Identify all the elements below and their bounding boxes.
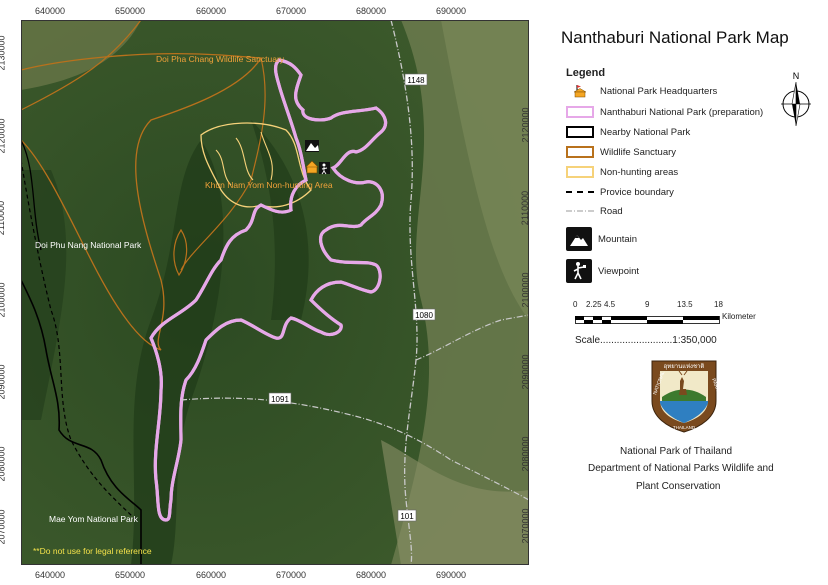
y-tick-label: 2070000: [0, 509, 7, 545]
legend-item-province: Provice boundary: [566, 184, 674, 200]
y-tick-label: 2080000: [520, 436, 531, 472]
legend-item-nonhunting: Non-hunting areas: [566, 164, 678, 180]
x-tick-label: 690000: [436, 6, 467, 16]
scale-tick-label: 0: [573, 300, 578, 309]
y-tick-label: 2070000: [520, 508, 531, 544]
legend-swatch: [566, 186, 594, 198]
svg-text:1091: 1091: [271, 395, 289, 404]
road-label-1080: 1080: [412, 308, 436, 321]
road-label-1148: 1148: [404, 73, 428, 86]
legend-label: National Park Headquarters: [600, 85, 718, 97]
legend-label: Mountain: [598, 233, 638, 245]
x-tick-label: 660000: [196, 6, 227, 16]
scale-unit: Kilometer: [722, 312, 756, 321]
hq-icon: [566, 85, 594, 98]
y-tick-label: 2110000: [520, 190, 531, 226]
legend-title: Legend: [566, 67, 606, 79]
svg-text:101: 101: [400, 512, 414, 521]
map-title: Nanthaburi National Park Map: [561, 28, 789, 47]
legend-item-nearby-np: Nearby National Park: [566, 124, 690, 140]
legend-label: Provice boundary: [600, 186, 674, 198]
map-frame[interactable]: 1148 1080 1091 101 Doi Pha Chang Wildlif…: [20, 19, 530, 566]
legend-label: Nearby National Park: [600, 126, 691, 138]
legend-swatch: [566, 126, 594, 138]
y-tick-label: 2100000: [0, 282, 7, 318]
x-tick-label: 640000: [35, 6, 66, 16]
legend-item-mountain: Mountain: [566, 226, 637, 252]
legend-swatch: [566, 205, 594, 217]
scale-tick-label: 18: [714, 300, 723, 309]
legend-item-nanthaburi: Nanthaburi National Park (preparation): [566, 104, 763, 120]
svg-text:อุทยานแห่งชาติ: อุทยานแห่งชาติ: [664, 363, 705, 370]
legend-label: Wildlife Sanctuary: [600, 146, 677, 158]
scale-tick-label: 9: [645, 300, 650, 309]
scale-tick-label: 13.5: [677, 300, 693, 309]
legend-item-wildlife: Wildlife Sanctuary: [566, 144, 676, 160]
legend-label: Nanthaburi National Park (preparation): [600, 106, 764, 118]
viewpoint-icon: [566, 259, 592, 283]
x-tick-label: 670000: [276, 6, 307, 16]
road-label-1091: 1091: [268, 392, 292, 405]
legend-label: Viewpoint: [598, 265, 640, 277]
road-label-101: 101: [397, 509, 417, 522]
y-tick-label: 2090000: [0, 364, 7, 400]
x-tick-label: 650000: [115, 570, 146, 580]
y-tick-label: 2110000: [0, 200, 7, 236]
scale-ratio-text: Scale..........................1:350,000: [575, 335, 717, 346]
label-doi-phu-nang: Doi Phu Nang National Park: [35, 240, 142, 250]
legend-label: Road: [600, 205, 623, 217]
viewpoint-marker-icon[interactable]: [319, 162, 330, 175]
footer-line-2: Department of National Parks Wildlife an…: [588, 463, 774, 474]
legend-swatch: [566, 106, 594, 118]
label-mae-yom: Mae Yom National Park: [49, 514, 139, 524]
x-tick-label: 660000: [196, 570, 227, 580]
mountain-marker-icon[interactable]: [305, 140, 319, 152]
scale-tick-label: 2.25: [586, 300, 602, 309]
y-tick-label: 2090000: [520, 354, 531, 390]
label-khun-nam-yom: Khun Nam Yom Non-hunting Area: [205, 180, 333, 190]
legend-swatch: [566, 146, 594, 158]
scale-bar: [575, 311, 720, 324]
disclaimer-text: **Do not use for legal reference: [33, 546, 152, 556]
svg-text:1148: 1148: [407, 76, 425, 85]
x-tick-label: 650000: [115, 6, 146, 16]
svg-text:1080: 1080: [415, 311, 433, 320]
mountain-icon: [566, 227, 592, 251]
legend-item-hq: National Park Headquarters: [566, 83, 717, 99]
y-tick-label: 2120000: [0, 118, 7, 154]
svg-text:THAILAND: THAILAND: [673, 425, 696, 430]
north-arrow-icon: N: [776, 70, 816, 160]
svg-text:N: N: [793, 71, 800, 81]
legend-label: Non-hunting areas: [600, 166, 679, 178]
x-tick-label: 640000: [35, 570, 66, 580]
legend-item-road: Road: [566, 203, 623, 219]
legend-item-viewpoint: Viewpoint: [566, 258, 639, 284]
legend-swatch: [566, 166, 594, 178]
label-doi-pha-chang: Doi Pha Chang Wildlife Sanctuary: [156, 54, 285, 64]
satellite-map: 1148 1080 1091 101 Doi Pha Chang Wildlif…: [20, 19, 530, 566]
y-tick-label: 2130000: [0, 35, 7, 71]
x-tick-label: 670000: [276, 570, 307, 580]
y-tick-label: 2120000: [520, 107, 531, 143]
footer-line-3: Plant Conservation: [636, 481, 721, 492]
y-tick-label: 2100000: [520, 272, 531, 308]
dnp-emblem-logo: อุทยานแห่งชาติ NATIONAL PARK THAILAND: [646, 357, 722, 433]
footer-line-1: National Park of Thailand: [620, 446, 733, 457]
x-tick-label: 690000: [436, 570, 467, 580]
scale-tick-label: 4.5: [604, 300, 616, 309]
y-tick-label: 2080000: [0, 446, 7, 482]
x-tick-label: 680000: [356, 6, 387, 16]
x-tick-label: 680000: [356, 570, 387, 580]
